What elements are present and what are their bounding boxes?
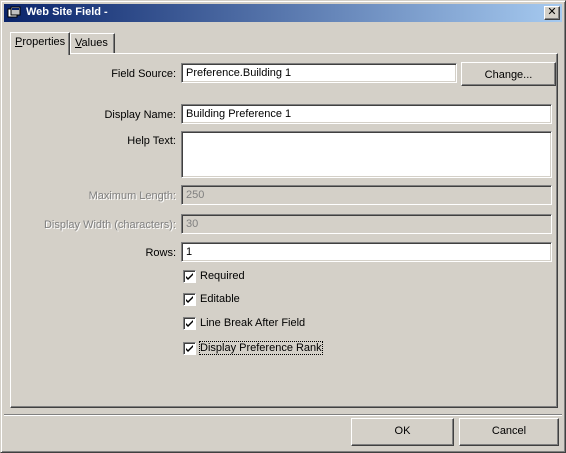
tab-values-label: alues [81,37,108,49]
checkmark-icon [186,345,193,352]
display-preference-rank-label[interactable]: Display Preference Rank [199,341,323,355]
required-checkbox[interactable] [183,270,196,283]
change-button[interactable]: Change... [461,62,556,86]
maximum-length-input: 250 [181,185,552,205]
line-break-label[interactable]: Line Break After Field [200,317,305,329]
editable-checkbox[interactable] [183,293,196,306]
close-icon: ✕ [547,6,557,18]
checkmark-icon [186,320,193,327]
rows-label: Rows: [145,247,176,259]
help-text-label: Help Text: [127,135,176,147]
footer-separator [4,414,562,416]
display-width-input: 30 [181,214,552,234]
close-button[interactable]: ✕ [544,6,560,20]
app-icon [7,6,21,20]
maximum-length-label: Maximum Length: [88,190,176,202]
display-name-label: Display Name: [104,109,176,121]
display-width-label: Display Width (characters): [43,219,176,231]
tab-properties-label: roperties [22,36,66,48]
rows-input[interactable]: 1 [181,242,552,262]
ok-button[interactable]: OK [351,418,454,446]
help-text-textarea[interactable] [181,131,552,178]
line-break-checkbox[interactable] [183,317,196,330]
title-bar[interactable]: Web Site Field - ✕ [4,4,562,22]
field-source-input[interactable]: Preference.Building 1 [181,63,457,83]
required-label[interactable]: Required [200,270,245,282]
tab-values[interactable]: Values [70,33,115,54]
field-source-label: Field Source: [111,68,176,80]
tab-properties[interactable]: Properties [10,32,70,55]
dialog-window: Web Site Field - ✕ Properties Values Fie… [0,0,566,453]
display-preference-rank-checkbox[interactable] [183,342,196,355]
checkmark-icon [186,296,193,303]
checkmark-icon [186,273,193,280]
window-title: Web Site Field - [26,6,108,18]
display-name-input[interactable]: Building Preference 1 [181,104,552,124]
editable-label[interactable]: Editable [200,293,240,305]
cancel-button[interactable]: Cancel [459,418,559,446]
